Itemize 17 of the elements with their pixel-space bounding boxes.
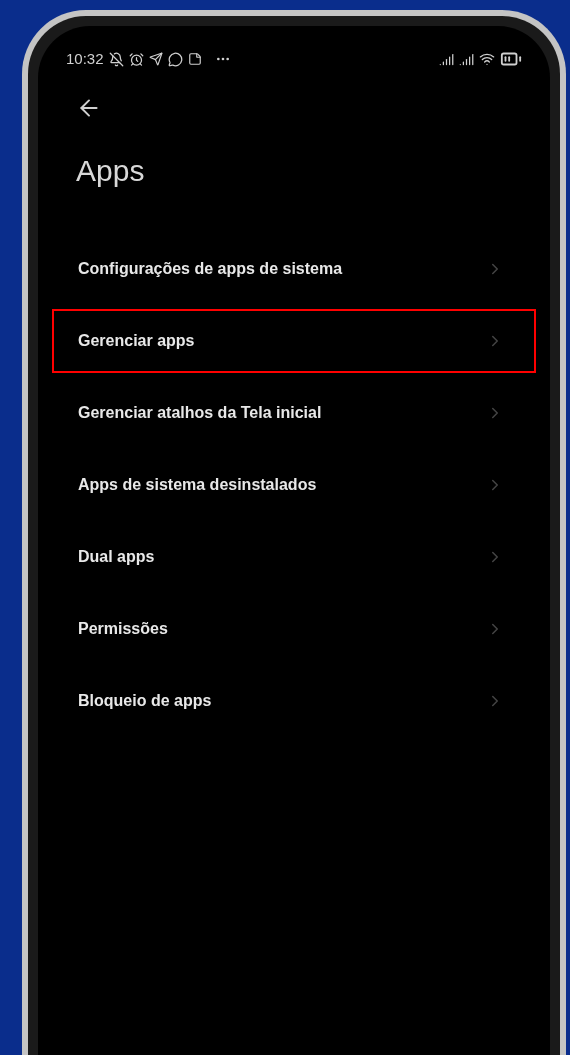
signal-icon [459, 51, 474, 67]
settings-item[interactable]: Configurações de apps de sistema [52, 237, 536, 301]
alarm-icon [128, 51, 144, 67]
settings-item[interactable]: Gerenciar atalhos da Tela inicial [52, 381, 536, 445]
chat-icon [167, 51, 183, 67]
settings-item[interactable]: Gerenciar apps [52, 309, 536, 373]
settings-item[interactable]: Apps de sistema desinstalados [52, 453, 536, 517]
send-icon [148, 52, 163, 66]
settings-item[interactable]: Bloqueio de apps [52, 669, 536, 733]
signal-icon [439, 51, 454, 67]
wifi-icon [479, 51, 495, 67]
status-time: 10:32 [66, 48, 104, 69]
page-title: Apps [75, 153, 146, 189]
settings-item[interactable]: Dual apps [52, 525, 536, 589]
settings-item[interactable]: Permissões [52, 597, 536, 661]
notification-off-icon [108, 51, 124, 67]
note-icon [187, 52, 202, 66]
